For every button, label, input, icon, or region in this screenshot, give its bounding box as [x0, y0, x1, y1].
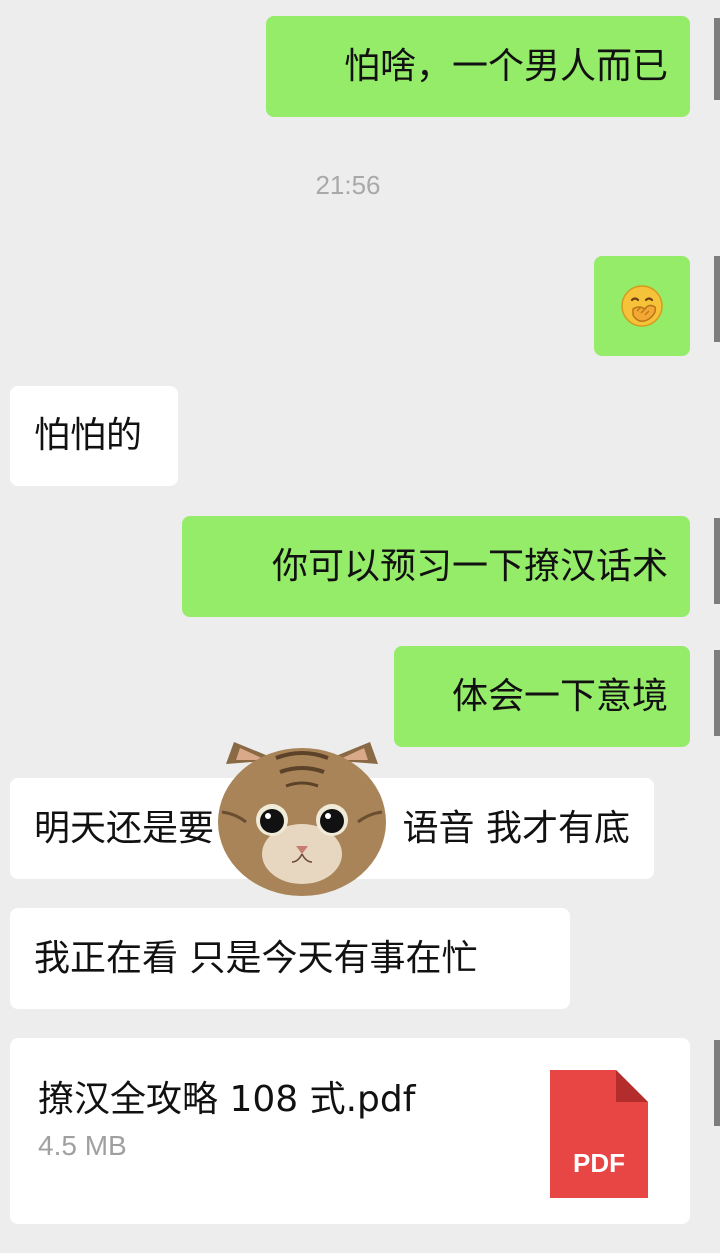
avatar-edge [714, 518, 720, 604]
message-text: 语音 我才有底 [402, 807, 630, 849]
message-text: 体会一下意境 [451, 675, 668, 717]
cat-face-sticker [218, 742, 386, 896]
pdf-type-label: PDF [573, 1148, 625, 1178]
message-timestamp: 21:56 [315, 170, 381, 200]
message-bubble-incoming[interactable]: 我正在看 只是今天有事在忙 [10, 908, 570, 1009]
hand-over-mouth-emoji-icon [621, 285, 663, 327]
message-text: 怕啥，一个男人而已 [343, 45, 668, 87]
message-text: 明天还是要 [34, 807, 215, 849]
file-message-card[interactable]: 撩汉全攻略 108 式.pdf 4.5 MB PDF [10, 1038, 690, 1224]
message-bubble-incoming[interactable]: 怕怕的 [10, 386, 178, 486]
message-text: 怕怕的 [34, 415, 143, 456]
file-name: 撩汉全攻略 108 式.pdf [38, 1079, 416, 1120]
chat-area: 怕啥，一个男人而已 21:56 怕怕的 你可以预习一下撩汉话术 体会一下意境 明… [0, 0, 720, 1253]
file-size: 4.5 MB [38, 1130, 127, 1161]
message-text: 我正在看 只是今天有事在忙 [34, 937, 478, 979]
message-text: 你可以预习一下撩汉话术 [271, 545, 668, 587]
avatar-edge [714, 650, 720, 736]
message-bubble-outgoing[interactable]: 怕啥，一个男人而已 [266, 16, 690, 117]
message-bubble-outgoing[interactable]: 体会一下意境 [394, 646, 690, 747]
avatar-edge [714, 18, 720, 100]
message-bubble-outgoing[interactable]: 你可以预习一下撩汉话术 [182, 516, 690, 617]
avatar-edge [714, 256, 720, 342]
avatar-edge [714, 1040, 720, 1126]
message-bubble-outgoing[interactable] [594, 256, 690, 356]
